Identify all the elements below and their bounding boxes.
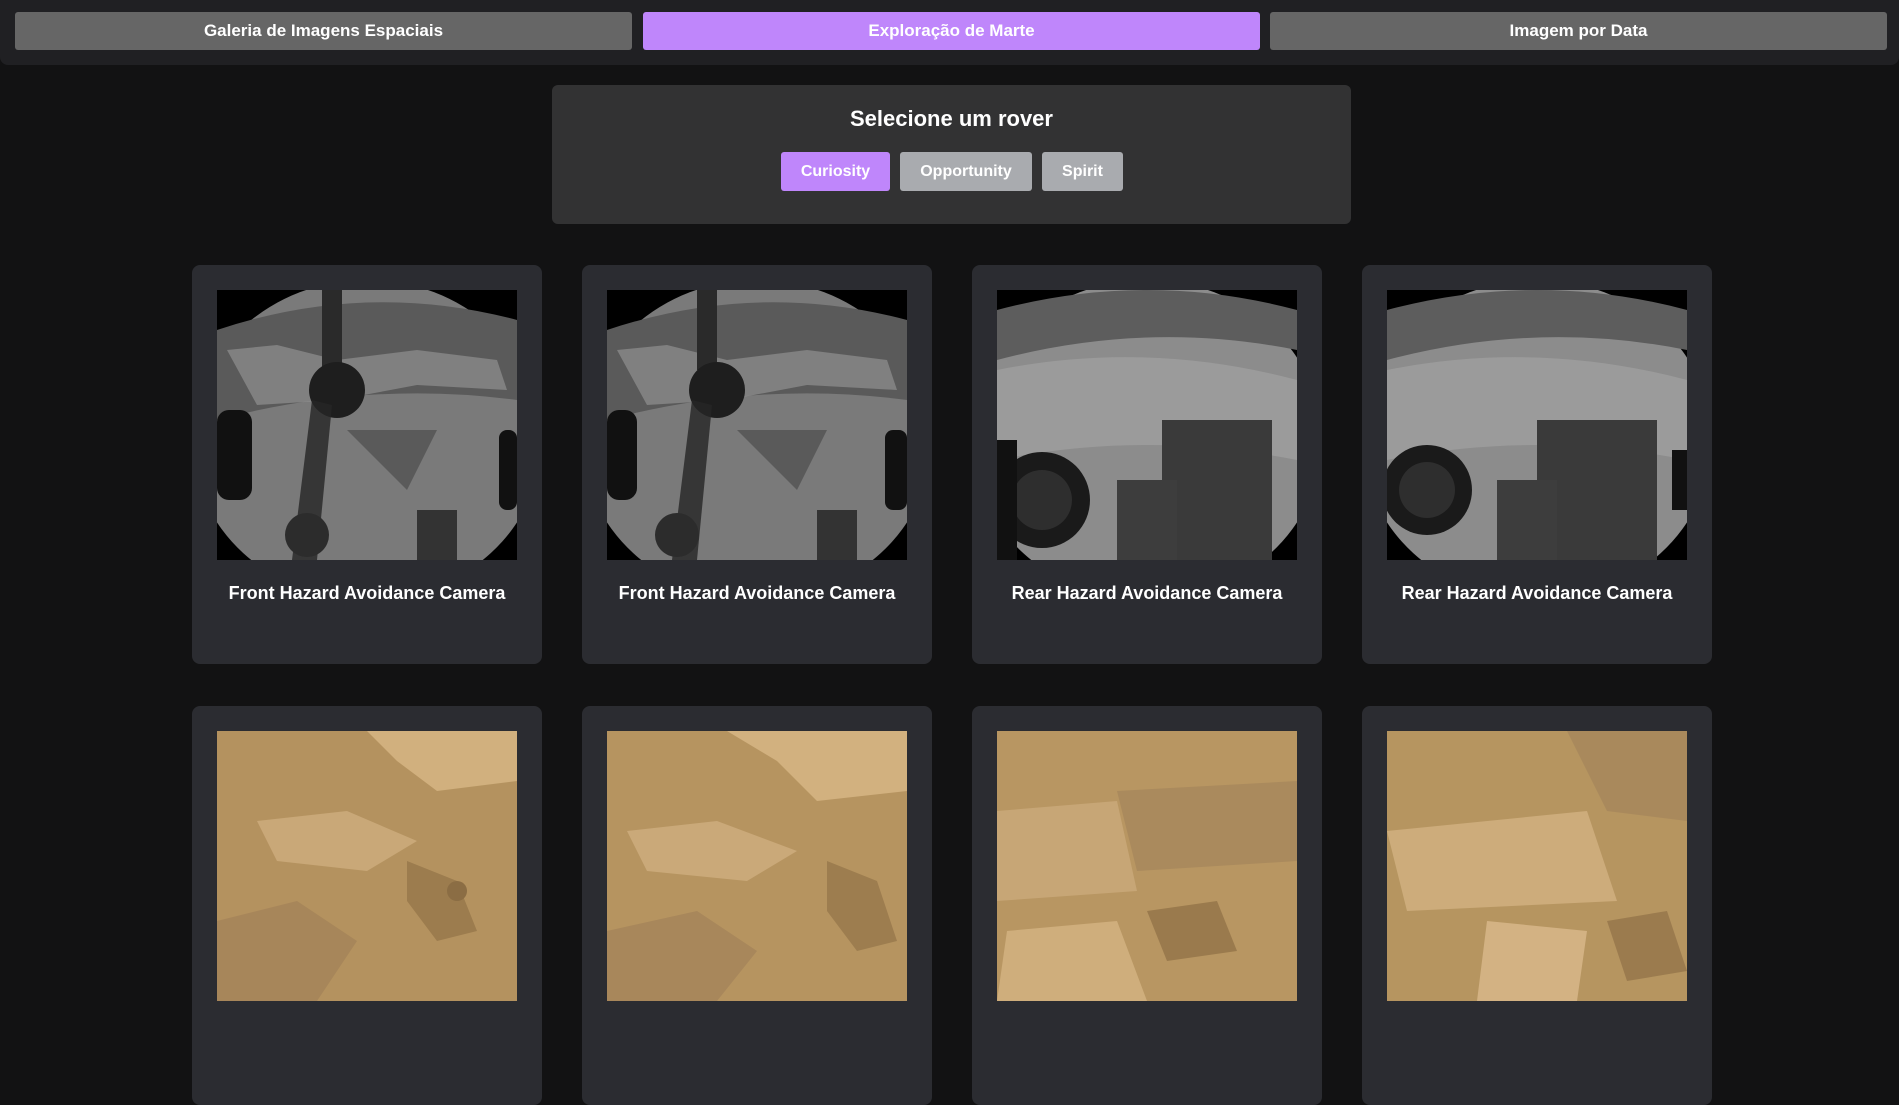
photo-card: Rear Hazard Avoidance Camera [1362,265,1712,664]
mars-photo [217,290,517,560]
camera-name: Rear Hazard Avoidance Camera [1011,583,1283,603]
photo-card [582,706,932,1105]
mars-photo [997,731,1297,1001]
tab-mars-exploration[interactable]: Exploração de Marte [643,12,1260,50]
tab-space-gallery[interactable]: Galeria de Imagens Espaciais [15,12,632,50]
mars-photo [607,731,907,1001]
rover-button-curiosity[interactable]: Curiosity [781,152,890,191]
mars-photo [1387,731,1687,1001]
rover-selector-panel: Selecione um rover Curiosity Opportunity… [552,85,1351,224]
mars-photo [217,731,517,1001]
camera-name: Front Hazard Avoidance Camera [228,583,506,603]
rover-selector-title: Selecione um rover [850,106,1053,131]
rover-button-spirit[interactable]: Spirit [1042,152,1123,191]
top-nav: Galeria de Imagens Espaciais Exploração … [0,0,1899,65]
camera-name: Front Hazard Avoidance Camera [618,583,896,603]
photo-card: Rear Hazard Avoidance Camera [972,265,1322,664]
tab-image-by-date[interactable]: Imagem por Data [1270,12,1887,50]
photo-card: Front Hazard Avoidance Camera [582,265,932,664]
photo-card [972,706,1322,1105]
mars-photo [1387,290,1687,560]
photo-card: Front Hazard Avoidance Camera [192,265,542,664]
mars-photo [607,290,907,560]
photo-card [192,706,542,1105]
photo-card [1362,706,1712,1105]
mars-photo [997,290,1297,560]
rover-button-opportunity[interactable]: Opportunity [900,152,1032,191]
camera-name: Rear Hazard Avoidance Camera [1401,583,1673,603]
